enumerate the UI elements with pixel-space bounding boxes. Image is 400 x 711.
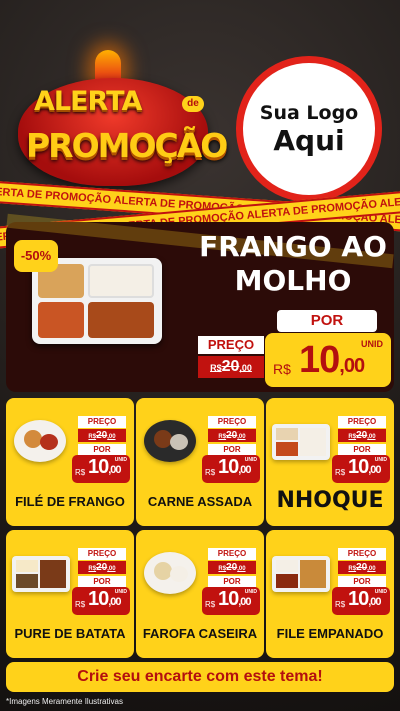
product-card: PREÇO R$20,00 POR UNID R$ 10,00 NHOQUE [266,398,394,526]
por-label: POR [338,576,386,587]
new-price: UNID R$ 10,00 [72,587,130,615]
product-card: PREÇO R$20,00 POR UNID R$ 10,00 FAROFA CASEIRA [136,530,264,658]
por-label: POR [78,444,126,455]
product-card: PREÇO R$20,00 POR UNID R$ 10,00 CARNE ASSADA [136,398,264,526]
food-image [140,548,200,596]
product-card: PREÇO R$20,00 POR UNID R$ 10,00 FILÉ DE FRANGO [6,398,134,526]
logo-placeholder: Sua Logo Aqui [236,56,382,202]
old-price: R$20,00 [78,429,126,442]
food-image [270,548,330,596]
old-price: R$20,00 [338,561,386,574]
new-price: UNID R$ 10,00 [332,587,390,615]
por-label: POR [78,576,126,587]
new-price: UNID R$ 10,00 [202,455,260,483]
product-name: FAROFA CASEIRA [142,626,258,641]
preco-label: PREÇO [78,416,126,428]
new-price: UNID R$ 10,00 [202,587,260,615]
preco-label: PREÇO [78,548,126,560]
food-image [10,548,70,596]
por-label: POR [208,444,256,455]
preco-label: PREÇO [338,416,386,428]
food-image [270,416,330,464]
product-name: PURE DE BATATA [14,626,126,641]
product-card: PREÇO R$20,00 POR UNID R$ 10,00 FILE EMPANADO [266,530,394,658]
preco-label: PREÇO [208,548,256,560]
old-price: R$20,00 [198,356,264,378]
product-name: CARNE ASSADA [147,494,253,509]
new-price: UNID R$ 10,00 [72,455,130,483]
preco-label: PREÇO [198,336,264,354]
old-price: R$20,00 [338,429,386,442]
currency: R$ [273,361,291,377]
promo-word: PROMOÇÃO [26,126,228,165]
product-card: PREÇO R$20,00 POR UNID R$ 10,00 PURE DE BATATA [6,530,134,658]
disclaimer: *Imagens Meramente Ilustrativas [6,697,123,706]
old-price-box: PREÇO R$20,00 [198,336,264,380]
product-name: FILE EMPANADO [276,626,384,641]
unit-label: UNID [361,339,383,349]
alert-word: ALERTA [34,86,142,117]
cta-banner: Crie seu encarte com este tema! [6,662,394,692]
new-price: UNID R$ 10,00 [332,455,390,483]
por-label: POR [277,310,377,332]
discount-badge: -50% [14,240,58,272]
logo-line-2: Aqui [273,123,345,157]
por-label: POR [208,576,256,587]
product-name: NHOQUE [276,488,384,513]
product-name: FILÉ DE FRANGO [15,494,125,509]
old-price: R$20,00 [208,429,256,442]
food-image [140,416,200,464]
new-price: UNID R$ 10,00 [265,333,391,387]
logo-line-1: Sua Logo [259,101,359,124]
featured-name: FRANGO AO MOLHO [199,230,387,297]
por-label: POR [338,444,386,455]
preco-label: PREÇO [208,416,256,428]
preco-label: PREÇO [338,548,386,560]
old-price: R$20,00 [208,561,256,574]
de-word: de [182,96,204,112]
food-image [10,416,70,464]
old-price: R$20,00 [78,561,126,574]
price-value: 10,00 [299,339,365,381]
